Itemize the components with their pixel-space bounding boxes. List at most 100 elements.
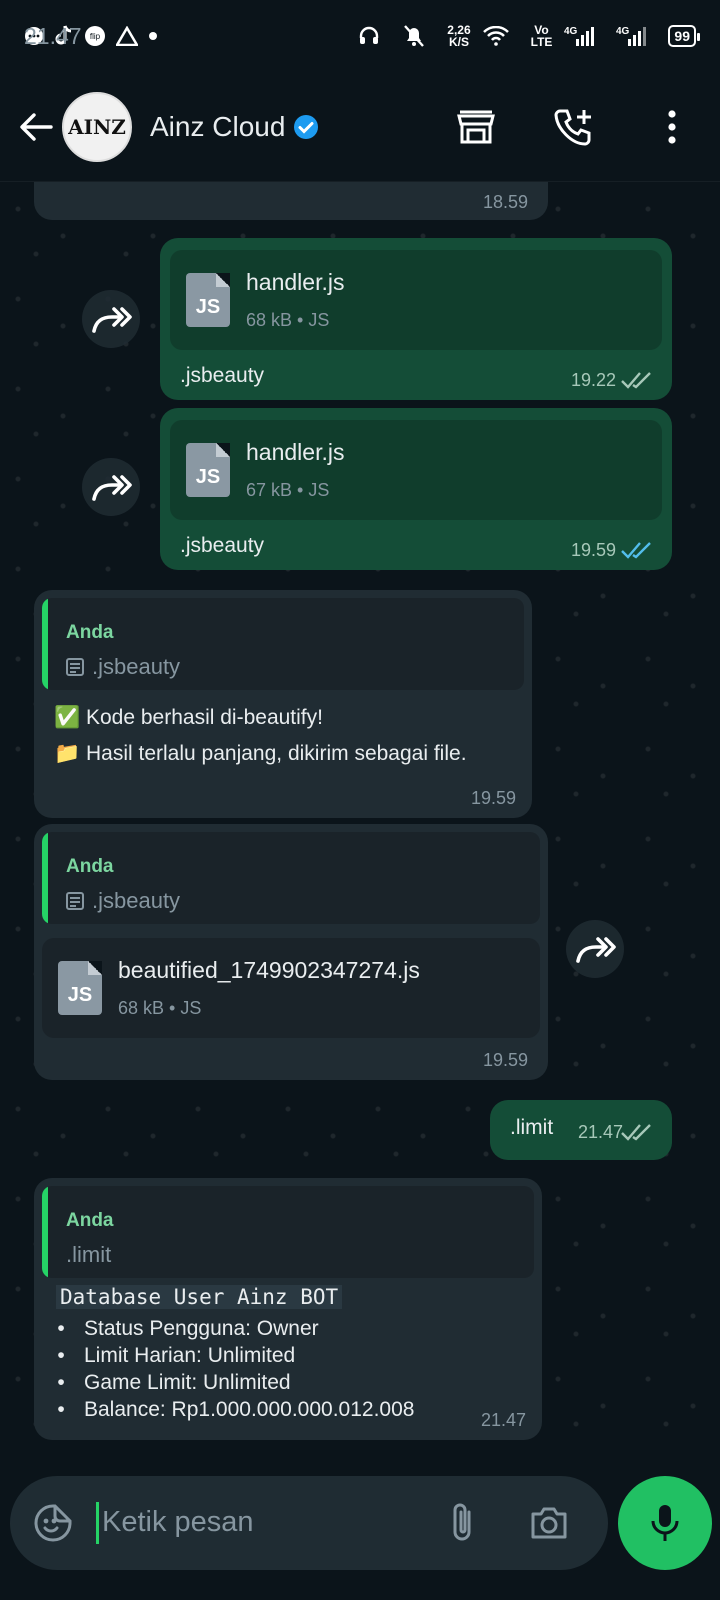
file-meta: 68 kB • JS [246,310,330,330]
arrow-left-icon [20,112,53,141]
svg-text:4G: 4G [616,26,630,37]
bullet-dot: • [57,1398,65,1421]
bullet-text: Game Limit: Unlimited [84,1371,291,1394]
mute-bell-icon [403,24,425,48]
store-button[interactable] [454,105,498,149]
volte-indicator: Vo LTE [530,23,553,49]
message-incoming-reply[interactable]: Anda .jsbeauty ✅ Kode berhasil di-beauti… [34,590,532,818]
quoted-message[interactable]: Anda .limit [42,1186,534,1278]
file-meta: 67 kB • JS [246,480,330,500]
quote-text: .jsbeauty [92,654,181,679]
file-name: beautified_1749902347274.js [118,957,420,983]
file-attachment[interactable]: JS beautified_1749902347274.js 68 kB • J… [42,938,540,1038]
flip-app-icon: flip [84,25,106,47]
message-time: 18.59 [482,192,528,212]
sticker-button[interactable] [28,1498,78,1548]
signal-4g-icon: 4G [564,25,595,47]
bullet-item: • Status Pengguna: Owner [56,1315,414,1342]
back-button[interactable] [16,107,56,147]
file-type-label: JS [67,984,93,1006]
verified-badge-icon [293,114,319,140]
add-call-button[interactable] [552,105,596,149]
chat-messages[interactable]: 18.59 JS handler.js 68 kB • JS .jsbeauty… [0,182,720,1462]
message-input-container[interactable]: Ketik pesan [10,1476,608,1570]
bullet-item: • Balance: Rp1.000.000.000.012.008 [56,1396,414,1423]
js-file-icon: JS [186,273,230,327]
attach-button[interactable] [438,1498,488,1548]
camera-icon [531,1507,567,1539]
message-outgoing-file[interactable]: JS handler.js 68 kB • JS .jsbeauty 19.22 [160,238,672,400]
contact-name-label: Ainz Cloud [150,110,286,142]
quote-author: Anda [66,1210,114,1231]
bullet-text: Balance: Rp1.000.000.000.012.008 [84,1398,415,1421]
document-icon [66,658,84,676]
more-vertical-icon [668,109,676,144]
message-body: Database User Ainz BOT • Status Pengguna:… [56,1284,414,1423]
bullet-text: Status Pengguna: Owner [84,1317,319,1340]
message-incoming[interactable]: 18.59 [34,182,548,220]
phone-plus-icon [554,109,591,146]
file-attachment[interactable]: JS handler.js 67 kB • JS [170,420,662,520]
forward-button[interactable] [82,458,140,516]
document-icon [66,892,84,910]
svg-text:flip: flip [90,32,101,41]
message-body: ✅ Kode berhasil di-beautify! 📁 Hasil ter… [54,702,467,770]
quote-text-row: .jsbeauty [66,888,180,914]
file-meta: 68 kB • JS [118,998,202,1018]
contact-avatar[interactable]: AINZ [62,91,132,162]
file-type-label: JS [195,296,221,318]
bullet-item: • Limit Harian: Unlimited [56,1342,414,1369]
read-ticks-icon [621,542,651,559]
quote-text: .limit [66,1242,112,1267]
bullet-dot: • [57,1371,65,1394]
camera-button[interactable] [524,1498,574,1548]
warning-app-icon [116,26,138,46]
message-input-placeholder[interactable]: Ketik pesan [102,1506,254,1539]
more-options-button[interactable] [650,105,694,149]
contact-name[interactable]: Ainz Cloud [150,111,319,143]
delivered-ticks-icon [621,372,651,389]
message-incoming-reply-file[interactable]: Anda .jsbeauty JS beautified_17499023472… [34,824,548,1080]
paperclip-icon [453,1503,471,1541]
network-speed: 2,26 K/S [447,24,470,48]
forward-arrows-icon [92,307,132,333]
status-bar: 21.47 flip 2,26 K/S Vo LTE 4G 4G 99 [0,0,720,72]
message-time: 21.47 [578,1122,624,1142]
file-type-label: JS [195,466,221,488]
message-line: Hasil terlalu panjang, dikirim sebagai f… [86,742,467,765]
message-incoming-reply[interactable]: Anda .limit Database User Ainz BOT • Stat… [34,1178,542,1440]
network-speed-unit: K/S [448,35,469,49]
avatar-logo-text: AINZ [68,114,126,139]
bullet-text: Limit Harian: Unlimited [84,1344,296,1367]
message-time: 19.59 [482,1050,528,1070]
message-caption: .jsbeauty [180,534,265,557]
quote-text-row: .jsbeauty [66,654,180,680]
forward-button[interactable] [566,920,624,978]
bullet-dot: • [57,1317,65,1340]
message-text: .limit [510,1116,554,1139]
text-caret [96,1502,99,1544]
message-caption: .jsbeauty [180,364,265,387]
voice-message-button[interactable] [618,1476,712,1570]
delivered-ticks-icon [621,1124,651,1141]
message-time: 19.59 [470,788,516,808]
dot-icon [148,31,158,41]
store-icon [457,110,495,143]
file-attachment[interactable]: JS handler.js 68 kB • JS [170,250,662,350]
quote-author: Anda [66,622,114,643]
svg-text:4G: 4G [564,26,578,37]
forward-arrows-icon [576,937,616,963]
signal-4g-2-icon: 4G [616,25,647,47]
microphone-icon [651,1505,679,1541]
status-time: 21.47 [24,22,82,49]
forward-button[interactable] [82,290,140,348]
message-time: 21.47 [480,1410,526,1430]
quote-author: Anda [66,856,114,877]
quoted-message[interactable]: Anda .jsbeauty [42,598,524,690]
check-emoji-icon: ✅ [54,706,81,729]
quoted-message[interactable]: Anda .jsbeauty [42,832,540,924]
message-outgoing-file[interactable]: JS handler.js 67 kB • JS .jsbeauty 19.59 [160,408,672,570]
file-name: handler.js [246,439,345,465]
message-outgoing-text[interactable]: .limit 21.47 [490,1100,672,1160]
quote-text: .jsbeauty [92,888,181,913]
